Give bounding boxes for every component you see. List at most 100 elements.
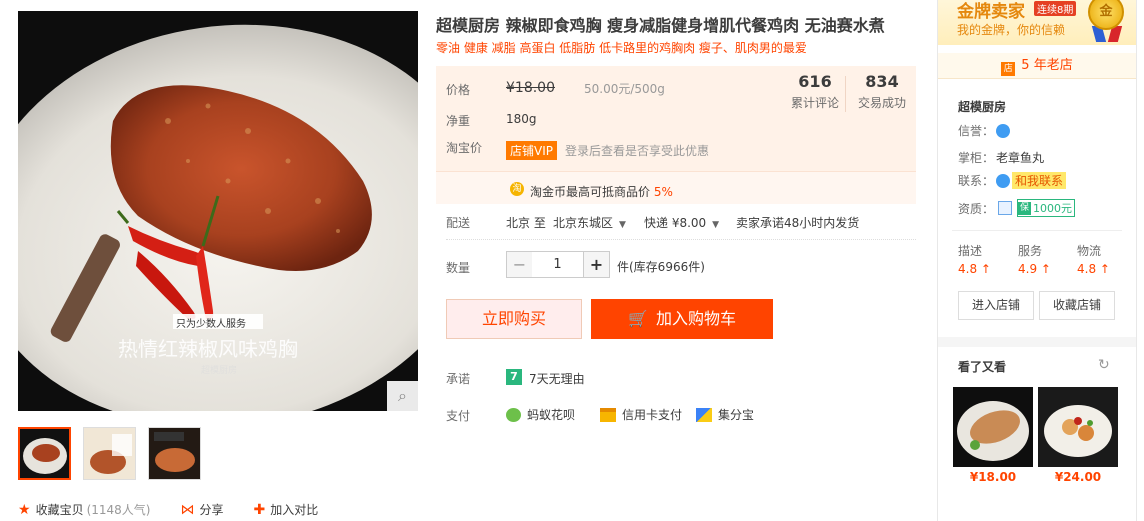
qualification-row: 资质： 保 1000元	[958, 199, 1076, 217]
express-select[interactable]: 快递 ¥8.00 ▼	[644, 214, 719, 231]
seven-day-return-icon: 7	[506, 369, 522, 385]
license-icon[interactable]	[998, 201, 1013, 215]
payment-jifenbao-label: 集分宝	[718, 408, 755, 422]
thumbnail-strip	[18, 427, 201, 480]
buy-now-button[interactable]: 立即购买	[446, 299, 582, 339]
shipping-promise: 卖家承诺48小时内发货	[736, 216, 860, 230]
destination-select[interactable]: 北京东城区 ▼	[553, 214, 626, 231]
score-logistics-value: 4.8 ↑	[1077, 262, 1110, 276]
score-service: 服务 4.9 ↑	[1018, 242, 1051, 276]
score-service-label: 服务	[1018, 244, 1043, 258]
share-button[interactable]: ⋈ 分享	[180, 501, 223, 518]
main-product-image[interactable]: 只为少数人服务 热情红辣椒风味鸡胸 超模厨房	[18, 11, 418, 411]
score-service-value: 4.9 ↑	[1018, 262, 1051, 276]
crown-icon[interactable]	[996, 123, 1011, 138]
payment-credit-card[interactable]: 信用卡支付	[600, 406, 682, 423]
payment-credit-card-label: 信用卡支付	[622, 408, 683, 422]
payment-huabei[interactable]: 蚂蚁花呗	[506, 406, 575, 423]
thumbnail-2-image	[84, 428, 135, 479]
favorite-shop-button[interactable]: 收藏店铺	[1039, 291, 1115, 320]
stock-info: 件(库存6966件)	[617, 260, 705, 274]
product-title: 超模厨房 辣椒即食鸡胸 瘦身减脂健身增肌代餐鸡肉 无油赛水煮	[436, 16, 885, 35]
shipping-row: 配送 北京 至 北京东城区 ▼ 快递 ¥8.00 ▼ 卖家承诺48小时内发货	[446, 214, 916, 240]
keeper-name[interactable]: 老章鱼丸	[996, 149, 1044, 166]
quantity-increase-button[interactable]: +	[583, 251, 610, 278]
gold-seller-sub: 我的金牌，你的信赖	[957, 23, 1066, 37]
divider	[952, 230, 1122, 231]
taobao-price-label: 淘宝价	[446, 141, 483, 155]
coin-row: 淘 淘金币最高可抵商品价 5%	[436, 171, 916, 204]
express-value: 快递 ¥8.00	[644, 216, 707, 230]
review-count-stat[interactable]: 616 累计评论	[782, 72, 848, 111]
compare-button[interactable]: ✚ 加入对比	[254, 501, 319, 518]
plus-icon: ✚	[253, 501, 266, 518]
coin-icon: 淘	[510, 182, 524, 196]
promise-label: 承诺	[446, 372, 471, 386]
shop-name[interactable]: 超模厨房	[958, 98, 1006, 115]
review-count-label: 累计评论	[790, 96, 839, 110]
product-subtitle: 零油 健康 减脂 高蛋白 低脂肪 低卡路里的鸡胸肉 瘦子、肌肉男的最爱	[436, 41, 807, 55]
huabei-icon	[506, 407, 521, 422]
score-description-value: 4.8 ↑	[958, 262, 991, 276]
score-logistics-label: 物流	[1077, 244, 1102, 258]
vip-note[interactable]: 登录后查看是否享受此优惠	[565, 142, 709, 159]
sales-count-label: 交易成功	[857, 96, 906, 110]
thumbnail-2[interactable]	[83, 427, 136, 480]
image-caption-big: 热情红辣椒风味鸡胸	[118, 337, 298, 361]
recommend-item-2-image	[1038, 387, 1118, 467]
sales-count: 834	[865, 72, 899, 91]
quantity-input[interactable]: 1	[532, 251, 583, 278]
qualification-label: 资质：	[958, 201, 995, 216]
see-also-title: 看了又看	[958, 360, 1007, 374]
jifenbao-icon	[696, 407, 712, 422]
coin-text: 淘金币最高可抵商品价 5%	[530, 183, 673, 200]
sales-count-stat[interactable]: 834 交易成功	[849, 72, 915, 111]
payment-huabei-label: 蚂蚁花呗	[527, 408, 576, 422]
promise-text[interactable]: 7天无理由	[529, 370, 585, 387]
gold-seller-banner: 金牌卖家 连续8期 我的金牌，你的信赖 金	[938, 0, 1136, 45]
thumbnail-3[interactable]	[148, 427, 201, 480]
enter-shop-button[interactable]: 进入店铺	[958, 291, 1034, 320]
favorite-button[interactable]: ★ 收藏宝贝 (1148人气)	[18, 501, 150, 518]
deposit-badge[interactable]: 保 1000元	[1017, 199, 1076, 217]
credit-label: 信誉：	[958, 124, 995, 138]
score-description-label: 描述	[958, 244, 983, 258]
coin-text-main: 淘金币最高可抵商品价	[530, 185, 651, 199]
recommend-item-2[interactable]	[1038, 387, 1118, 467]
credit-row: 信誉：	[958, 122, 1011, 139]
chevron-down-icon: ▼	[712, 220, 720, 230]
add-to-cart-button[interactable]: 🛒 加入购物车	[591, 299, 773, 339]
vip-tag[interactable]: 店铺VIP	[506, 141, 557, 160]
old-shop-text: 5 年老店	[1021, 58, 1073, 73]
section-divider	[938, 337, 1136, 347]
deposit-amount: 1000元	[1033, 202, 1073, 215]
recommend-item-1-price: ¥18.00	[969, 470, 1017, 484]
contact-row: 联系： 和我联系	[958, 172, 1067, 189]
thumbnail-1[interactable]	[18, 427, 71, 480]
gold-seller-title: 金牌卖家	[957, 2, 1025, 22]
left-action-bar: ★ 收藏宝贝 (1148人气) ⋈ 分享 ✚ 加入对比	[18, 501, 348, 518]
review-count: 616	[798, 72, 832, 91]
keeper-label: 掌柜：	[958, 151, 995, 165]
unit-price: 50.00元/500g	[584, 82, 665, 96]
share-label: 分享	[199, 503, 224, 517]
gold-seller-badge: 连续8期	[1034, 1, 1077, 16]
deposit-icon: 保	[1018, 201, 1032, 215]
recommend-item-1-image	[953, 387, 1033, 467]
keeper-row: 掌柜： 老章鱼丸	[958, 149, 1044, 166]
zoom-icon[interactable]: ⌕	[387, 381, 418, 411]
star-icon: ★	[18, 501, 31, 518]
price-panel: 价格 ¥18.00 50.00元/500g 616 累计评论 834 交易成功 …	[436, 66, 916, 204]
thumbnail-3-image	[149, 428, 200, 479]
weight-value: 180g	[506, 112, 537, 126]
recommend-item-1[interactable]	[953, 387, 1033, 467]
refresh-icon[interactable]: ↻	[1098, 357, 1110, 373]
contact-button[interactable]: 和我联系	[1012, 172, 1067, 189]
seller-sidebar: 金牌卖家 连续8期 我的金牌，你的信赖 金 店 5 年老店 超模厨房 信誉： 掌柜…	[937, 0, 1137, 521]
payment-jifenbao[interactable]: 集分宝	[696, 406, 754, 423]
shop-icon: 店	[1001, 62, 1016, 76]
quantity-decrease-button[interactable]: −	[506, 251, 533, 278]
image-brand: 超模厨房	[201, 366, 238, 376]
wangwang-icon	[996, 173, 1011, 188]
shipping-from: 北京 至	[506, 216, 546, 230]
